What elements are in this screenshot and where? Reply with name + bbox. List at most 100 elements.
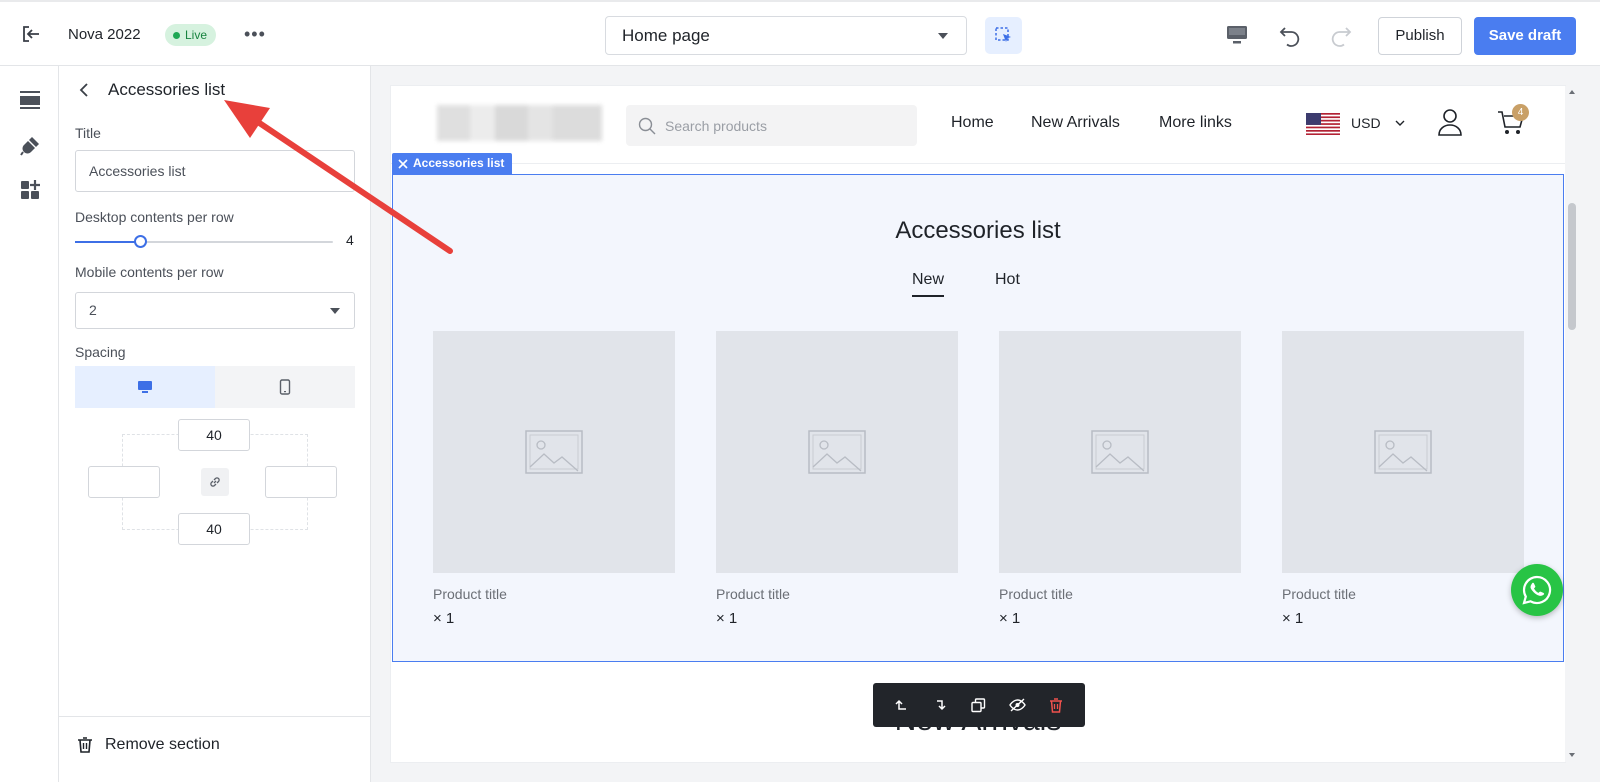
tab-desktop-spacing[interactable] (75, 366, 215, 408)
product-quantity: × 1 (999, 610, 1021, 627)
image-placeholder-icon (1374, 430, 1432, 474)
currency-label: USD (1351, 115, 1381, 131)
mobile-icon (279, 379, 291, 395)
currency-selector[interactable]: USD (1351, 115, 1405, 131)
image-placeholder-icon (808, 430, 866, 474)
mobile-per-row-select[interactable]: 2 (75, 292, 355, 329)
image-placeholder-icon (525, 430, 583, 474)
preview-scrollbar[interactable] (1565, 86, 1579, 762)
tab-mobile-spacing[interactable] (215, 366, 355, 408)
mobile-per-row-value: 2 (89, 302, 97, 318)
spacing-top-input[interactable]: 40 (178, 419, 250, 451)
chevron-down-icon (1395, 120, 1405, 126)
section-settings-panel: Accessories list Title Accessories list … (59, 66, 371, 782)
link-spacing-button[interactable] (201, 468, 229, 496)
product-card[interactable]: Product title × 1 (433, 331, 675, 627)
product-card[interactable]: Product title × 1 (1282, 331, 1524, 627)
mobile-per-row-label: Mobile contents per row (75, 264, 224, 280)
publish-button[interactable]: Publish (1378, 17, 1462, 55)
product-image (1282, 331, 1524, 573)
product-card[interactable]: Product title × 1 (716, 331, 958, 627)
theme-style-icon[interactable] (18, 134, 42, 158)
product-title: Product title (999, 586, 1073, 602)
exit-editor-icon[interactable] (20, 24, 42, 44)
redo-button[interactable] (1328, 22, 1354, 48)
remove-section-label: Remove section (105, 736, 220, 753)
duplicate-icon (971, 697, 986, 712)
close-icon[interactable] (398, 158, 408, 169)
cart-count-badge: 4 (1512, 104, 1529, 121)
trash-icon (1049, 697, 1062, 713)
scrollbar-thumb[interactable] (1568, 203, 1576, 330)
desktop-preview-button[interactable] (1224, 22, 1250, 48)
page-select-value: Home page (622, 26, 710, 45)
title-input[interactable]: Accessories list (75, 150, 355, 192)
product-title: Product title (716, 586, 790, 602)
live-status-badge: Live (165, 24, 217, 46)
undo-button[interactable] (1277, 22, 1303, 48)
section-toolbar (873, 683, 1085, 727)
desktop-per-row-value: 4 (346, 232, 354, 248)
desktop-per-row-label: Desktop contents per row (75, 209, 234, 225)
link-icon (210, 477, 220, 487)
store-header: Search products Home New Arrivals More l… (391, 86, 1565, 164)
nav-link-more-links[interactable]: More links (1159, 114, 1232, 132)
spacing-right-input[interactable] (265, 466, 337, 498)
top-bar: Nova 2022 Live ••• Home page Publish Sav… (0, 0, 1600, 66)
remove-section-button[interactable]: Remove section (77, 736, 220, 754)
nav-link-new-arrivals[interactable]: New Arrivals (1031, 114, 1120, 132)
duplicate-button[interactable] (969, 695, 989, 715)
more-options-button[interactable]: ••• (244, 24, 266, 44)
sections-icon[interactable] (18, 88, 42, 112)
move-down-button[interactable] (931, 695, 951, 715)
spacing-bottom-input[interactable]: 40 (178, 513, 250, 545)
product-image (716, 331, 958, 573)
tab-hot[interactable]: Hot (995, 271, 1020, 295)
desktop-icon (1227, 26, 1247, 44)
redo-icon (1331, 27, 1352, 47)
desktop-icon (138, 381, 152, 393)
store-name: Nova 2022 (68, 26, 141, 43)
search-placeholder: Search products (665, 117, 767, 134)
product-title: Product title (1282, 586, 1356, 602)
delete-button[interactable] (1046, 695, 1066, 715)
accessories-section[interactable]: Accessories list New Hot Product title ×… (392, 174, 1564, 662)
page-select-dropdown[interactable]: Home page (605, 16, 967, 55)
move-down-icon (936, 700, 946, 711)
move-up-button[interactable] (892, 695, 912, 715)
section-tag-label: Accessories list (413, 156, 505, 170)
preview-canvas: Search products Home New Arrivals More l… (391, 86, 1565, 762)
whatsapp-chat-button[interactable] (1511, 564, 1563, 616)
hide-button[interactable] (1007, 695, 1027, 715)
slider-thumb[interactable] (133, 235, 147, 248)
save-draft-button[interactable]: Save draft (1474, 17, 1576, 55)
store-logo[interactable] (437, 105, 602, 141)
panel-title: Accessories list (108, 80, 226, 99)
live-status-label: Live (185, 28, 208, 42)
account-icon[interactable] (1437, 108, 1463, 136)
image-placeholder-icon (1091, 430, 1149, 474)
us-flag-icon (1306, 113, 1340, 135)
section-heading: Accessories list (895, 217, 1061, 244)
apps-icon[interactable] (18, 178, 42, 202)
store-search-input[interactable]: Search products (626, 105, 917, 146)
whatsapp-icon (1522, 575, 1552, 605)
chevron-down-icon (330, 308, 340, 314)
left-rail (0, 66, 59, 782)
select-element-tool-button[interactable] (985, 17, 1022, 54)
desktop-per-row-slider[interactable] (75, 235, 333, 248)
product-card[interactable]: Product title × 1 (999, 331, 1241, 627)
scroll-down-icon[interactable] (1569, 753, 1575, 757)
selected-section-tag[interactable]: Accessories list (392, 153, 513, 174)
move-up-icon (895, 699, 907, 710)
spacing-left-input[interactable] (88, 466, 160, 498)
nav-link-home[interactable]: Home (951, 114, 994, 132)
product-image (433, 331, 675, 573)
spacing-label: Spacing (75, 344, 126, 360)
trash-icon (78, 737, 92, 753)
back-icon[interactable] (77, 82, 93, 98)
hide-icon (1009, 698, 1026, 712)
tab-new[interactable]: New (912, 271, 945, 297)
product-quantity: × 1 (1282, 610, 1304, 627)
scroll-up-icon[interactable] (1569, 90, 1575, 94)
